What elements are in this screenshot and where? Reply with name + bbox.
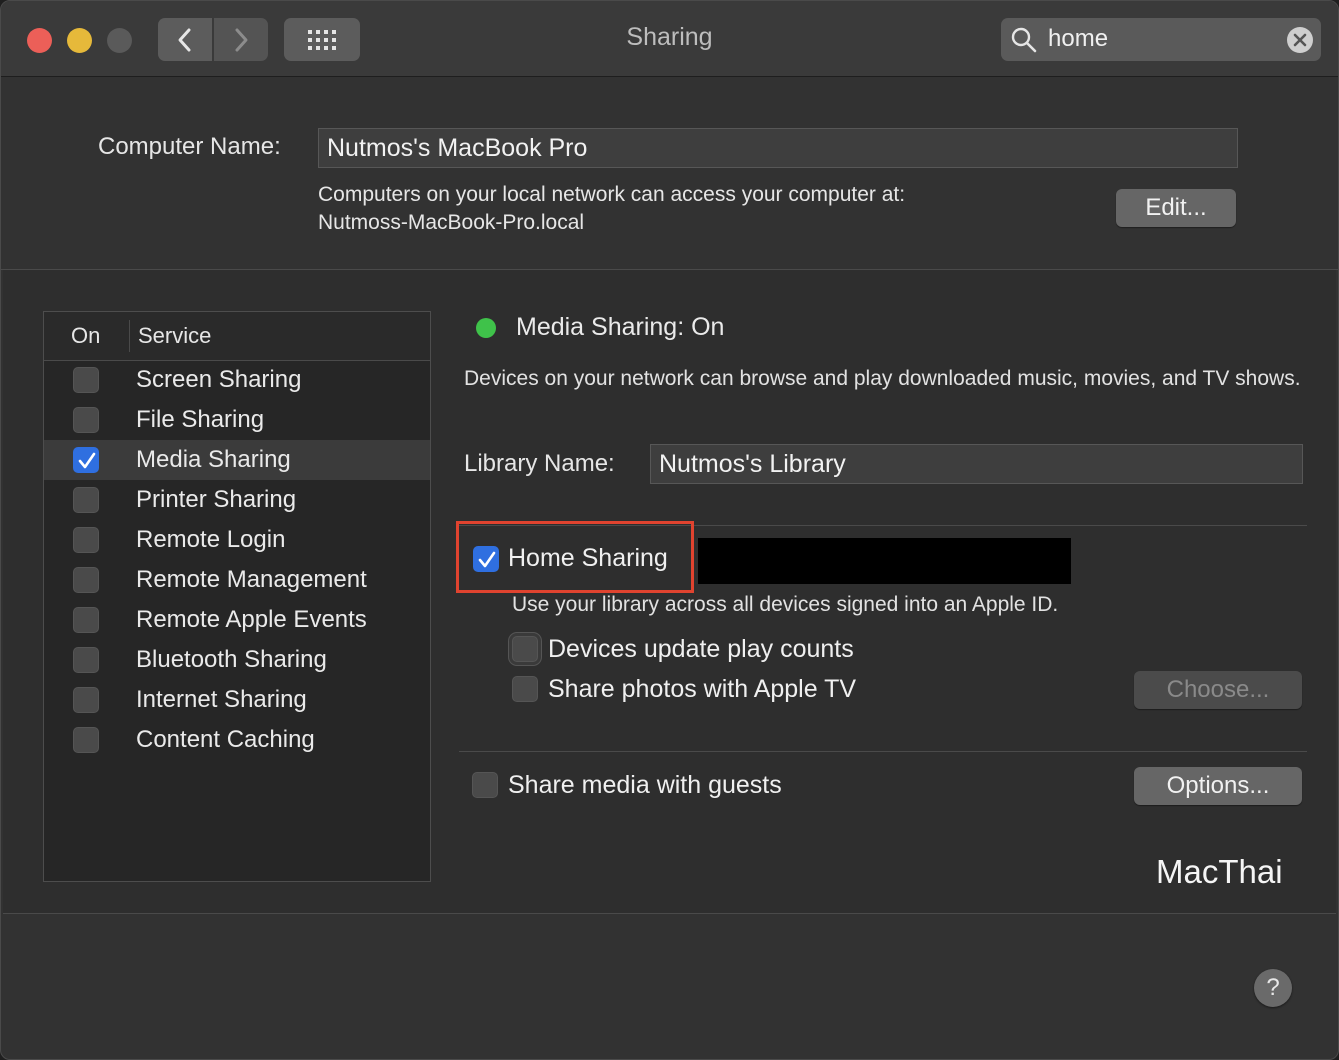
service-label: Remote Apple Events: [136, 606, 367, 633]
service-label: Screen Sharing: [136, 366, 302, 393]
help-button[interactable]: ?: [1254, 969, 1292, 1007]
service-checkbox[interactable]: [73, 607, 99, 633]
share-with-guests-label[interactable]: Share media with guests: [508, 771, 782, 800]
status-indicator: [476, 318, 496, 338]
update-play-counts-checkbox[interactable]: [512, 636, 538, 662]
home-sharing-description: Use your library across all devices sign…: [512, 593, 1059, 616]
service-row-remote-management[interactable]: Remote Management: [44, 560, 430, 600]
service-row-file-sharing[interactable]: File Sharing: [44, 400, 430, 440]
search-icon: [1011, 27, 1037, 53]
service-status: Media Sharing: On: [516, 313, 725, 341]
service-row-printer-sharing[interactable]: Printer Sharing: [44, 480, 430, 520]
service-checkbox[interactable]: [73, 687, 99, 713]
search-input[interactable]: home: [1048, 25, 1108, 53]
service-label: Content Caching: [136, 726, 315, 753]
service-checkbox[interactable]: [73, 447, 99, 473]
computer-name-field[interactable]: Nutmos's MacBook Pro: [318, 128, 1238, 168]
service-list: On Service Screen Sharing File Sharing M…: [43, 311, 431, 882]
service-label: File Sharing: [136, 406, 265, 433]
service-checkbox[interactable]: [73, 407, 99, 433]
options-button[interactable]: Options...: [1134, 767, 1302, 805]
highlight-annotation: [456, 521, 694, 593]
service-row-screen-sharing[interactable]: Screen Sharing: [44, 360, 430, 400]
service-label: Remote Management: [136, 566, 367, 593]
network-address: Nutmoss-MacBook-Pro.local: [318, 211, 585, 234]
share-photos-label[interactable]: Share photos with Apple TV: [548, 675, 856, 704]
watermark: MacThai: [1156, 853, 1283, 890]
service-checkbox[interactable]: [73, 647, 99, 673]
divider: [459, 751, 1307, 752]
service-label: Media Sharing: [136, 446, 291, 473]
edit-button[interactable]: Edit...: [1116, 189, 1236, 227]
service-row-remote-apple-events[interactable]: Remote Apple Events: [44, 600, 430, 640]
service-label: Internet Sharing: [136, 686, 307, 713]
service-checkbox[interactable]: [73, 527, 99, 553]
service-checkbox[interactable]: [73, 367, 99, 393]
service-description: Devices on your network can browse and p…: [464, 367, 1301, 390]
service-row-media-sharing[interactable]: Media Sharing: [44, 440, 430, 480]
service-checkbox[interactable]: [73, 727, 99, 753]
computer-name-label: Computer Name:: [98, 133, 281, 160]
service-label: Printer Sharing: [136, 486, 297, 513]
search-field[interactable]: home: [1001, 18, 1321, 61]
redacted-account: [698, 538, 1071, 584]
service-row-content-caching[interactable]: Content Caching: [44, 720, 430, 760]
service-checkbox[interactable]: [73, 567, 99, 593]
checkmark-icon: [78, 452, 96, 469]
service-label: Bluetooth Sharing: [136, 646, 327, 673]
sharing-window: Sharing home Computer Name: Nutmos's Mac…: [0, 0, 1339, 1060]
service-row-internet-sharing[interactable]: Internet Sharing: [44, 680, 430, 720]
service-checkbox[interactable]: [73, 487, 99, 513]
clear-icon: [1293, 33, 1307, 47]
service-row-bluetooth-sharing[interactable]: Bluetooth Sharing: [44, 640, 430, 680]
clear-search-button[interactable]: [1287, 27, 1313, 53]
service-label: Remote Login: [136, 526, 286, 553]
share-photos-checkbox[interactable]: [512, 676, 538, 702]
service-list-header: On Service: [44, 312, 430, 361]
title-bar: Sharing home: [1, 1, 1338, 77]
library-name-label: Library Name:: [464, 450, 615, 477]
update-play-counts-label[interactable]: Devices update play counts: [548, 635, 854, 664]
column-header-on[interactable]: On: [71, 323, 100, 349]
network-address-description: Computers on your local network can acce…: [318, 183, 906, 206]
choose-button[interactable]: Choose...: [1134, 671, 1302, 709]
share-with-guests-checkbox[interactable]: [472, 772, 498, 798]
column-header-service[interactable]: Service: [138, 323, 211, 349]
column-separator: [129, 320, 130, 352]
library-name-field[interactable]: Nutmos's Library: [650, 444, 1303, 484]
service-row-remote-login[interactable]: Remote Login: [44, 520, 430, 560]
